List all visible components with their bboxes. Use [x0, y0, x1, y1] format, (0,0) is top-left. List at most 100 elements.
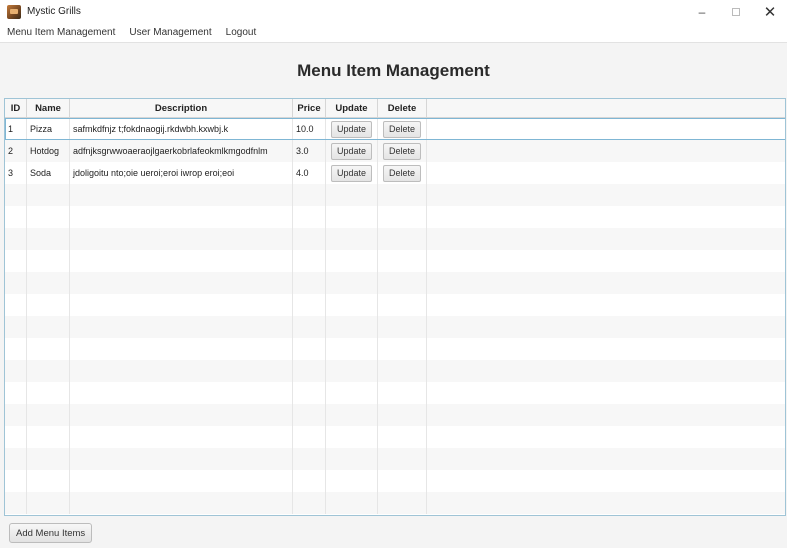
cell-empty — [293, 184, 326, 206]
cell-empty — [378, 404, 427, 426]
cell-empty — [5, 360, 27, 382]
table-row-empty — [5, 316, 785, 338]
cell-empty — [378, 382, 427, 404]
cell-delete: Delete — [378, 118, 427, 140]
column-header-delete[interactable]: Delete — [378, 99, 427, 118]
footer-bar: Add Menu Items — [0, 516, 787, 548]
cell-empty — [427, 470, 785, 492]
cell-empty — [27, 382, 70, 404]
cell-empty — [326, 250, 378, 272]
column-header-update[interactable]: Update — [326, 99, 378, 118]
table-row[interactable]: 3 Soda jdoligoitu nto;oie ueroi;eroi iwrop… — [5, 162, 785, 184]
column-header-description[interactable]: Description — [70, 99, 293, 118]
cell-empty — [5, 448, 27, 470]
cell-update: Update — [326, 140, 378, 162]
cell-empty — [70, 426, 293, 448]
table-row-empty — [5, 338, 785, 360]
cell-empty — [326, 316, 378, 338]
cell-empty — [378, 338, 427, 360]
cell-empty — [427, 206, 785, 228]
cell-empty — [5, 404, 27, 426]
cell-empty — [378, 470, 427, 492]
cell-empty — [427, 360, 785, 382]
cell-empty — [70, 206, 293, 228]
cell-empty — [70, 272, 293, 294]
cell-price: 4.0 — [293, 162, 326, 184]
table-row-empty — [5, 272, 785, 294]
title-bar: Mystic Grills – ✕ — [0, 0, 787, 23]
table-row-empty — [5, 294, 785, 316]
menu-menu-item-management[interactable]: Menu Item Management — [7, 27, 115, 38]
cell-empty — [326, 338, 378, 360]
cell-empty — [5, 228, 27, 250]
minimize-button[interactable]: – — [685, 0, 719, 23]
cell-empty — [27, 470, 70, 492]
table-row[interactable]: 2 Hotdog adfnjksgrwwoaeraojlgaerkobrlafeok… — [5, 140, 785, 162]
menu-items-table[interactable]: ID Name Description Price Update Delete … — [4, 98, 786, 516]
cell-empty — [5, 184, 27, 206]
column-header-filler — [427, 99, 785, 118]
cell-empty — [326, 206, 378, 228]
delete-button[interactable]: Delete — [382, 142, 421, 160]
maximize-button[interactable] — [719, 0, 753, 23]
cell-empty — [427, 228, 785, 250]
table-row-empty — [5, 492, 785, 514]
cell-empty — [5, 338, 27, 360]
cell-empty — [5, 294, 27, 316]
update-button[interactable]: Update — [330, 142, 373, 160]
cell-price: 10.0 — [293, 118, 326, 140]
cell-empty — [27, 272, 70, 294]
cell-empty — [27, 206, 70, 228]
menu-user-management[interactable]: User Management — [129, 27, 211, 38]
cell-empty — [70, 404, 293, 426]
update-button[interactable]: Update — [330, 120, 373, 138]
cell-empty — [326, 382, 378, 404]
cell-empty — [378, 184, 427, 206]
window-controls: – ✕ — [685, 0, 787, 23]
cell-empty — [378, 426, 427, 448]
cell-empty — [293, 294, 326, 316]
cell-empty — [27, 184, 70, 206]
delete-button[interactable]: Delete — [382, 120, 421, 138]
column-header-name[interactable]: Name — [27, 99, 70, 118]
cell-empty — [27, 492, 70, 514]
add-menu-items-button[interactable]: Add Menu Items — [9, 523, 93, 543]
cell-empty — [427, 272, 785, 294]
cell-empty — [427, 492, 785, 514]
update-button[interactable]: Update — [330, 164, 373, 182]
cell-empty — [70, 184, 293, 206]
cell-empty — [326, 470, 378, 492]
cell-empty — [326, 404, 378, 426]
cell-empty — [378, 294, 427, 316]
table-row[interactable]: 1 Pizza safmkdfnjz t;fokdnaogij.rkdwbh.kxw… — [5, 118, 785, 140]
cell-empty — [427, 382, 785, 404]
cell-empty — [70, 228, 293, 250]
cell-empty — [27, 228, 70, 250]
table-row-empty — [5, 360, 785, 382]
cell-empty — [70, 470, 293, 492]
cell-empty — [326, 272, 378, 294]
table-row-empty — [5, 448, 785, 470]
cell-description: jdoligoitu nto;oie ueroi;eroi iwrop eroi… — [70, 162, 293, 184]
cell-empty — [378, 272, 427, 294]
minimize-icon: – — [698, 4, 706, 19]
close-button[interactable]: ✕ — [753, 0, 787, 23]
cell-empty — [70, 492, 293, 514]
cell-description: safmkdfnjz t;fokdnaogij.rkdwbh.kxwbj.k — [70, 118, 293, 140]
table-row-empty — [5, 184, 785, 206]
cell-empty — [293, 250, 326, 272]
column-header-id[interactable]: ID — [5, 99, 27, 118]
column-header-price[interactable]: Price — [293, 99, 326, 118]
cell-empty — [293, 228, 326, 250]
cell-empty — [427, 184, 785, 206]
cell-empty — [427, 250, 785, 272]
cell-empty — [5, 250, 27, 272]
cell-empty — [378, 448, 427, 470]
app-logo-icon — [7, 4, 21, 19]
maximize-icon — [732, 7, 740, 16]
cell-empty — [326, 448, 378, 470]
menu-logout[interactable]: Logout — [226, 27, 257, 38]
cell-empty — [326, 360, 378, 382]
delete-button[interactable]: Delete — [382, 164, 421, 182]
cell-empty — [326, 184, 378, 206]
